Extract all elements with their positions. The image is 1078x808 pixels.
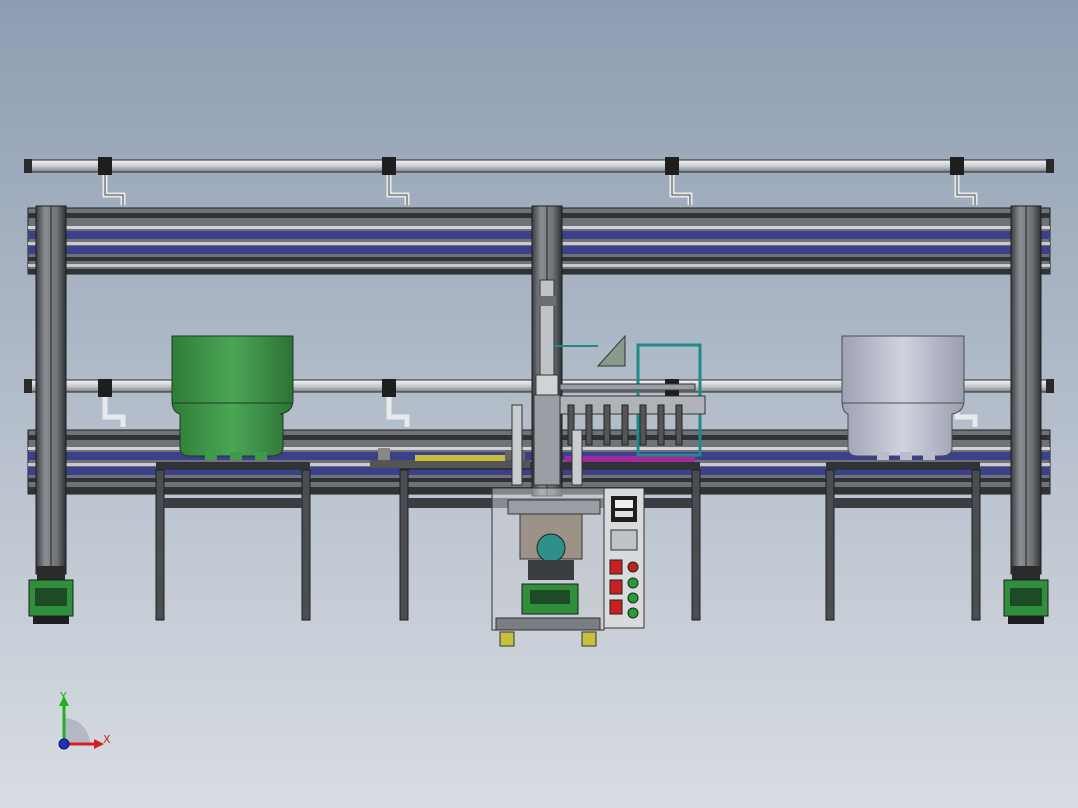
right-post[interactable] — [1010, 205, 1042, 575]
temperature-display — [611, 496, 637, 522]
left-bowl-feeder[interactable] — [171, 335, 294, 460]
red-switch-3[interactable] — [609, 599, 623, 615]
x-axis-label: X — [103, 733, 111, 746]
cad-viewport[interactable]: Y X — [0, 0, 1078, 808]
green-button-1[interactable] — [627, 577, 639, 589]
control-panel[interactable] — [603, 487, 645, 629]
y-axis-label: Y — [59, 690, 67, 703]
counter-display — [610, 529, 638, 551]
green-button-2[interactable] — [627, 592, 639, 604]
red-switch-2[interactable] — [609, 579, 623, 595]
transfer-track — [565, 456, 695, 462]
z-axis-dot — [58, 738, 70, 750]
central-press[interactable] — [491, 487, 605, 647]
left-post[interactable] — [35, 205, 67, 575]
red-indicator — [627, 561, 639, 573]
right-bowl-feeder[interactable] — [841, 335, 965, 460]
top-pipe[interactable] — [24, 159, 1054, 173]
green-button-3[interactable] — [627, 607, 639, 619]
red-switch-1[interactable] — [609, 559, 623, 575]
